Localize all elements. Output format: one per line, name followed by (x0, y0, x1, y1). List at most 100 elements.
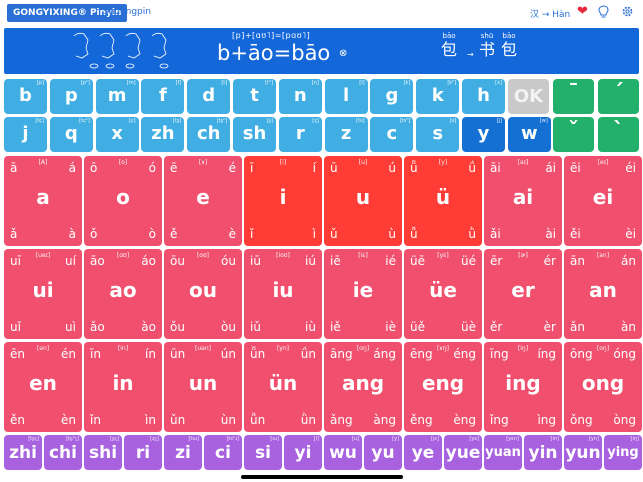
vowel-key-e[interactable]: [ɤ] e ē é ě è (164, 156, 242, 246)
ipa-label: [l] (359, 80, 365, 86)
gear-icon[interactable] (621, 5, 634, 18)
tone-variant: uí (65, 254, 76, 268)
consonant-key-f[interactable]: f [f] (141, 79, 185, 114)
example-char-1[interactable]: bāo 包 (441, 32, 457, 60)
syllable-key-shi[interactable]: shi [ʂʅ] (84, 435, 122, 470)
consonant-key-y[interactable]: y [j] (462, 117, 505, 152)
shuangpin-button[interactable]: Shuangpin (103, 7, 151, 17)
consonant-key-l[interactable]: l [l] (324, 79, 368, 114)
example-char-2[interactable]: shū 书 (479, 32, 495, 60)
vowel-key-ou[interactable]: [oʊ] ou ōu óu ǒu òu (164, 249, 242, 339)
syllable-key-zhi[interactable]: zhi [tʂʅ] (4, 435, 42, 470)
ipa-label: [ts] (356, 118, 365, 124)
tone-variant: í (312, 161, 316, 175)
syllable-key-chi[interactable]: chi [tʂʰʅ] (44, 435, 82, 470)
vowel-key-i[interactable]: [i] i ī í ǐ ì (244, 156, 322, 246)
tone-variant: ǐng (490, 413, 509, 427)
vowel-key-in[interactable]: [in] in īn ín ǐn ìn (84, 342, 162, 432)
tone-variant: òng (613, 413, 636, 427)
consonant-key-b[interactable]: b [p] (4, 79, 47, 114)
syllable-key-si[interactable]: si [sɹ] (244, 435, 282, 470)
tone-variant: éng (453, 347, 476, 361)
ipa-label: [tsɹ] (188, 436, 199, 442)
vowel-key-ai[interactable]: [aɪ] ai āi ái ǎi ài (484, 156, 562, 246)
vowel-key-ün[interactable]: [yn] ün ǖn ǘn ǚn ǜn (244, 342, 322, 432)
consonant-key-s[interactable]: s [s] (416, 117, 460, 152)
tone-variant: uǐ (10, 320, 21, 334)
vowel-key-iu[interactable]: [ioʊ] iu iū iú iǔ iù (244, 249, 322, 339)
tone-variant: ō (90, 161, 98, 175)
vowel-key-a[interactable]: [A] a ā á ǎ à (4, 156, 82, 246)
vowel-key-ui[interactable]: [ueɪ] ui uī uí uǐ uì (4, 249, 82, 339)
vowel-key-u[interactable]: [u] u ū ú ǔ ù (324, 156, 402, 246)
syllable-key-yue[interactable]: yue [yɛ] (444, 435, 482, 470)
vowel-key-ong[interactable]: [oŋ] ong ōng óng ǒng òng (564, 342, 642, 432)
ipa-formula: [p]+[ɑʊ˥]=[pɑʊ˥] (232, 31, 311, 40)
syllable-key-yuan[interactable]: yuan [yɛn] (484, 435, 522, 470)
example-char-3[interactable]: bāo 包 (501, 32, 517, 60)
consonant-key-g[interactable]: g [k] (370, 79, 414, 114)
consonant-key-t[interactable]: t [tʰ] (233, 79, 276, 114)
ipa-label: [iŋ] (630, 436, 639, 442)
delete-icon[interactable]: ⊗ (339, 48, 347, 59)
syllable-key-ye[interactable]: ye [jɛ] (404, 435, 442, 470)
syllable-key-yun[interactable]: yun [yn] (564, 435, 602, 470)
ipa-label: [tʰ] (265, 80, 273, 86)
tone-variant: òu (221, 320, 236, 334)
consonant-key-k[interactable]: k [kʰ] (416, 79, 460, 114)
vowel-key-er[interactable]: [ɚ] er ēr ér ěr èr (484, 249, 562, 339)
tone-key-4[interactable]: ` (598, 117, 639, 152)
vowel-key-eng[interactable]: [ɤŋ] eng ēng éng ěng èng (404, 342, 482, 432)
consonant-key-n[interactable]: n [n] (278, 79, 322, 114)
consonant-key-p[interactable]: p [pʰ] (49, 79, 93, 114)
consonant-key-w[interactable]: w [w] (507, 117, 551, 152)
vowel-key-ing[interactable]: [iŋ] ing īng íng ǐng ìng (484, 342, 562, 432)
consonant-key-q[interactable]: q [tɕʰ] (49, 117, 93, 152)
vowel-key-un[interactable]: [uən] un ūn ún ǔn ùn (164, 342, 242, 432)
syllable-key-yin[interactable]: yin [in] (524, 435, 562, 470)
vowel-key-ao[interactable]: [ɑʊ] ao āo áo ǎo ào (84, 249, 162, 339)
vowel-key-an[interactable]: [an] an ān án ǎn àn (564, 249, 642, 339)
tone-variant: īng (490, 347, 509, 361)
syllable-key-ri[interactable]: ri [ʐʅ] (124, 435, 162, 470)
ipa-label: [s] (449, 118, 457, 124)
syllable-key-ci[interactable]: ci [tsʰɹ] (204, 435, 242, 470)
tone-variant: èi (625, 227, 636, 241)
ipa-label: [tsʰ] (399, 118, 411, 124)
consonant-key-sh[interactable]: sh [ʂ] (233, 117, 276, 152)
language-toggle[interactable]: 汉 → Hàn (530, 7, 570, 20)
ok-button[interactable]: OK (508, 79, 549, 114)
ipa-label: [tʂʰ] (216, 118, 228, 124)
lightbulb-icon[interactable] (598, 5, 609, 19)
consonant-key-ch[interactable]: ch [tʂʰ] (187, 117, 231, 152)
heart-icon[interactable]: ❤ (577, 4, 588, 19)
syllable-key-ying[interactable]: ying [iŋ] (604, 435, 642, 470)
tone-key-1[interactable]: ¯ (553, 79, 594, 114)
syllable-key-wu[interactable]: wu [u] (324, 435, 362, 470)
vowel-key-o[interactable]: [o] o ō ó ǒ ò (84, 156, 162, 246)
consonant-key-z[interactable]: z [ts] (324, 117, 368, 152)
consonant-key-d[interactable]: d [t] (187, 79, 231, 114)
consonant-key-j[interactable]: j [tɕ] (4, 117, 47, 152)
syllable-key-zi[interactable]: zi [tsɹ] (164, 435, 202, 470)
tone-key-2[interactable]: ´ (598, 79, 639, 114)
vowel-key-ei[interactable]: [eɪ] ei ēi éi ěi èi (564, 156, 642, 246)
ipa-label: [tsʰɹ] (226, 436, 239, 442)
consonant-key-x[interactable]: x [ɕ] (95, 117, 139, 152)
vowel-key-en[interactable]: [ən] en ēn én ěn èn (4, 342, 82, 432)
syllable-key-yi[interactable]: yi [i] (284, 435, 322, 470)
consonant-key-r[interactable]: r [ʐ] (278, 117, 322, 152)
tone-variant: iǔ (250, 320, 261, 334)
vowel-key-ü[interactable]: [y] ü ǖ ǘ ǚ ǜ (404, 156, 482, 246)
consonant-key-zh[interactable]: zh [tʂ] (141, 117, 185, 152)
consonant-key-h[interactable]: h [x] (462, 79, 505, 114)
vowel-key-ang[interactable]: [ɑŋ] ang āng áng ǎng àng (324, 342, 402, 432)
tone-key-3[interactable]: ˇ (553, 117, 594, 152)
syllable-key-yu[interactable]: yu [y] (364, 435, 402, 470)
vowel-key-üe[interactable]: [yɛ] üe üē üé üě üè (404, 249, 482, 339)
consonant-key-m[interactable]: m [m] (95, 79, 139, 114)
consonant-key-c[interactable]: c [tsʰ] (370, 117, 414, 152)
vowel-key-ie[interactable]: [iɛ] ie iē ié iě iè (324, 249, 402, 339)
tone-variant: üé (461, 254, 476, 268)
key-label: b (19, 85, 32, 106)
